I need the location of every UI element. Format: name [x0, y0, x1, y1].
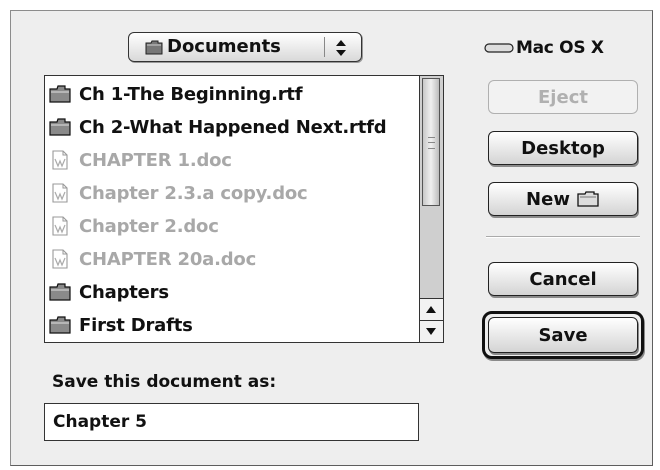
folder-icon	[49, 118, 71, 136]
save-prompt-label: Save this document as:	[52, 372, 277, 392]
desktop-button[interactable]: Desktop	[488, 131, 638, 165]
list-item-label: CHAPTER 1.doc	[79, 149, 232, 171]
scroll-down-button[interactable]	[420, 320, 443, 342]
scrollbar-thumb[interactable]	[422, 78, 440, 206]
updown-arrows-icon	[336, 40, 346, 56]
volume-indicator: Mac OS X	[484, 38, 604, 58]
arrow-down-icon	[426, 328, 436, 335]
volume-label: Mac OS X	[516, 38, 604, 58]
hard-disk-icon	[484, 43, 514, 53]
file-list[interactable]: Ch 1-The Beginning.rtf Ch 2-What Happened…	[44, 75, 444, 343]
list-item-label: Ch 1-The Beginning.rtf	[79, 83, 303, 105]
list-item-label: Ch 2-What Happened Next.rtfd	[79, 116, 387, 138]
list-item-label: Chapter 2.doc	[79, 215, 219, 237]
new-folder-button[interactable]: New	[488, 182, 638, 216]
list-item-label: Chapters	[79, 281, 169, 303]
folder-icon	[49, 316, 71, 334]
list-item[interactable]: Ch 1-The Beginning.rtf	[49, 78, 417, 110]
location-popup[interactable]: Documents	[128, 32, 362, 62]
eject-button-label: Eject	[538, 86, 588, 108]
new-button-label: New	[526, 188, 570, 210]
new-folder-icon	[577, 191, 599, 207]
cancel-button[interactable]: Cancel	[488, 262, 638, 296]
list-item-label: First Drafts	[79, 314, 193, 336]
list-item[interactable]: Chapter 2.3.a copy.doc	[49, 177, 417, 209]
folder-icon	[49, 85, 71, 103]
filename-input[interactable]	[44, 403, 419, 441]
folder-icon	[145, 40, 163, 55]
folder-icon	[49, 283, 71, 301]
list-item-label: Chapter 2.3.a copy.doc	[79, 182, 308, 204]
cancel-button-label: Cancel	[529, 268, 597, 290]
thumb-grip-icon	[428, 137, 435, 149]
document-icon	[52, 183, 68, 203]
eject-button[interactable]: Eject	[488, 80, 638, 114]
location-popup-label: Documents	[167, 36, 281, 57]
scroll-up-button[interactable]	[420, 298, 443, 320]
list-item-label: CHAPTER 20a.doc	[79, 248, 257, 270]
list-item[interactable]: Chapters	[49, 276, 417, 308]
list-item[interactable]: CHAPTER 20a.doc	[49, 243, 417, 275]
document-icon	[52, 150, 68, 170]
list-item[interactable]: CHAPTER 1.doc	[49, 144, 417, 176]
list-item[interactable]: Ch 2-What Happened Next.rtfd	[49, 111, 417, 143]
file-list-scrollbar[interactable]	[419, 76, 443, 342]
save-button[interactable]: Save	[488, 317, 638, 353]
list-item[interactable]: First Drafts	[49, 309, 417, 341]
button-separator	[486, 236, 640, 238]
list-item[interactable]: Chapter 2.doc	[49, 210, 417, 242]
document-icon	[52, 216, 68, 236]
save-button-label: Save	[538, 324, 588, 346]
arrow-up-icon	[426, 306, 436, 313]
document-icon	[52, 249, 68, 269]
desktop-button-label: Desktop	[521, 137, 605, 159]
popup-divider	[324, 37, 325, 57]
